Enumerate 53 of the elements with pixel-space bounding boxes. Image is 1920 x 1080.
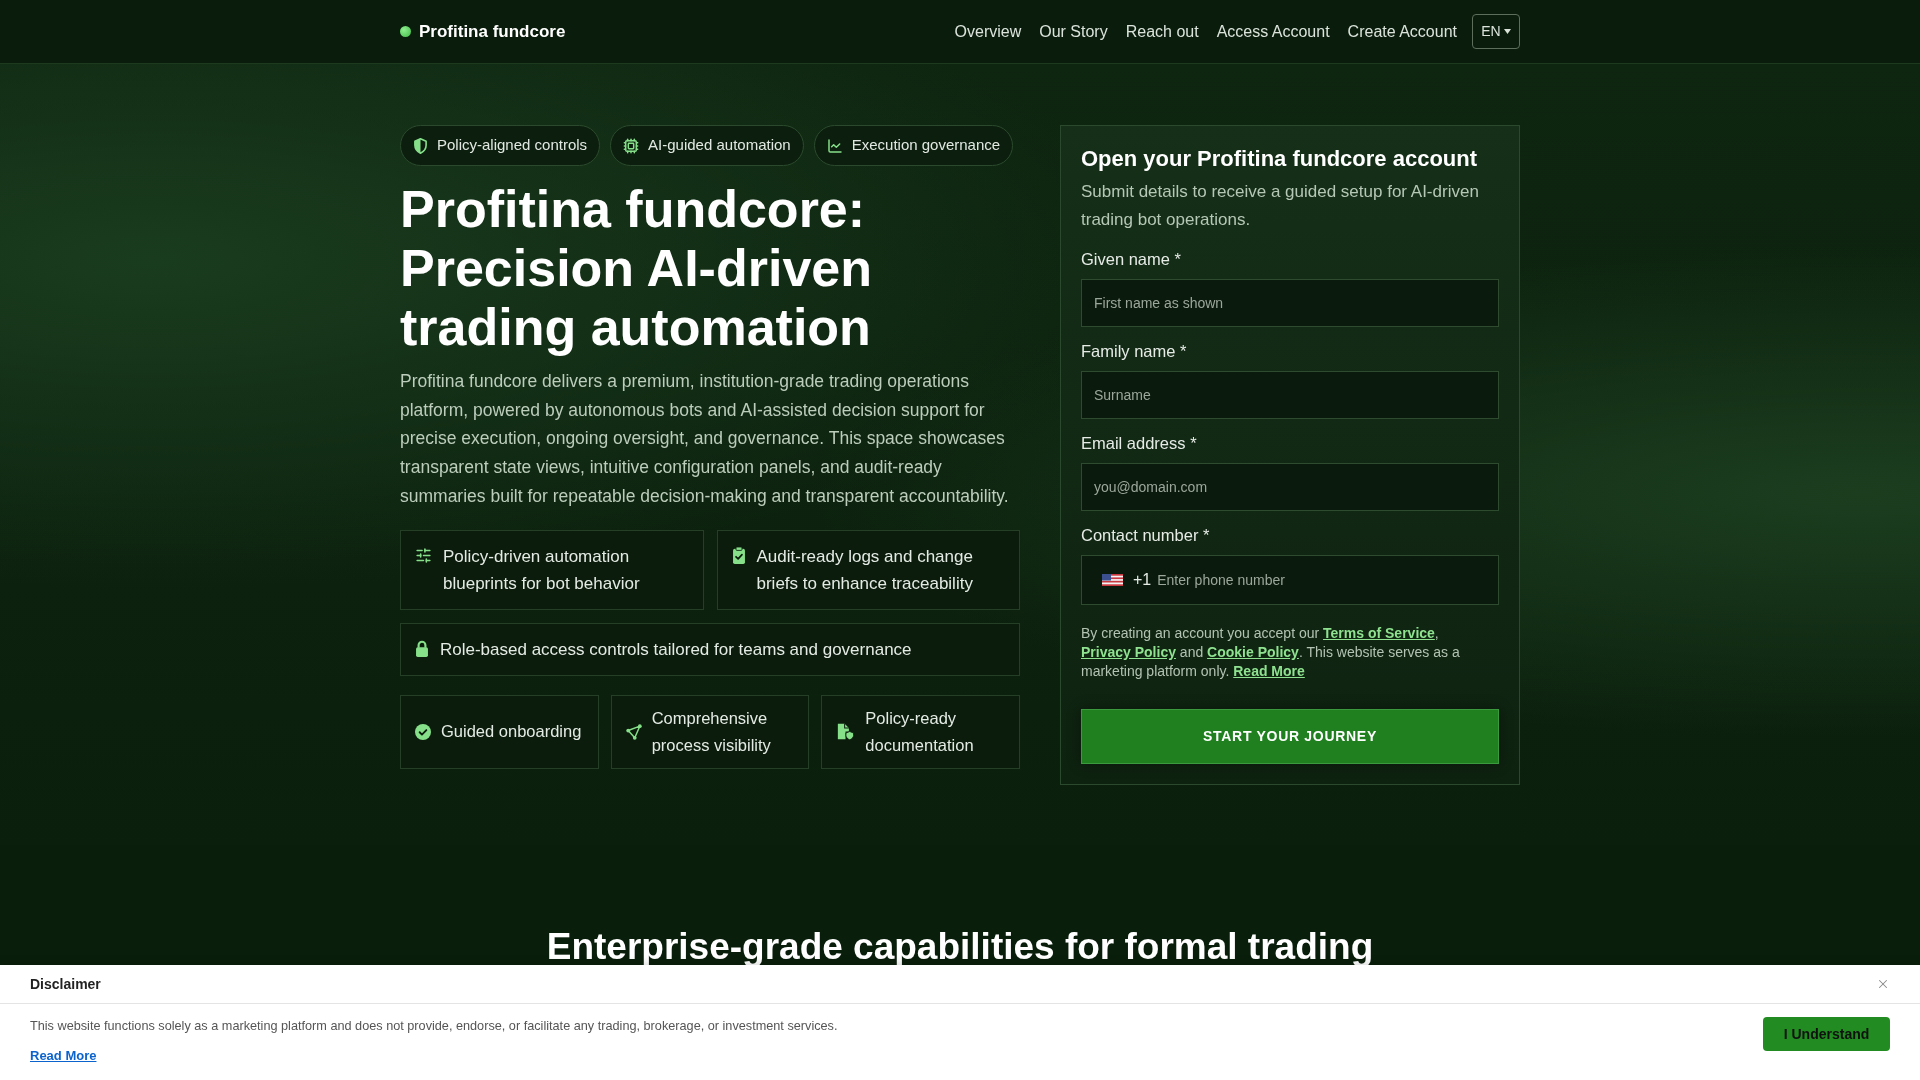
highlight-text: Policy-ready documentation [865,707,975,756]
pill-label: Policy-aligned controls [437,135,588,156]
shield-icon [413,137,428,154]
close-icon[interactable] [1876,977,1890,991]
field-label: Family name * [1081,341,1188,362]
section-heading: Enterprise-grade capabilities for formal trading [545,928,1375,965]
feature-text: Policy-driven automation blueprints for bot behavior [443,545,641,595]
policy-link[interactable]: Cookie Policy [1207,644,1299,660]
highlight-text: Guided onboarding [441,721,582,742]
caret-down-icon [1503,29,1511,34]
phone-field[interactable]: +1 Enter phone number [1081,555,1499,605]
policy-link[interactable]: Terms of Service [1323,625,1435,641]
line-chart-icon [826,137,843,154]
submit-button[interactable]: START YOUR JOURNEY [1081,709,1499,764]
hero-description: Profitina fundcore delivers a premium, institution-grade trading operations platform, powered by autonomous bots and AI-assisted decision support for precise execution, ongoing oversight, and governance. This space showcases transparent state views, intuitive configuration panels, and audit-ready summaries built for repeatable decision-making and transparent accountability. [400,370,1010,508]
consent-text: By creating an account you accept our Terms of Service, Privacy Policy and Cookie Policy. This website serves as a marketing platform only. Read More [1081,624,1461,681]
pill-label: Execution governance [851,135,1001,156]
input-field[interactable]: you@domain.com [1081,463,1499,511]
nav-link[interactable]: Create Account [1347,19,1457,44]
nav-link[interactable]: Reach out [1125,19,1199,44]
nav-link[interactable]: Overview [954,19,1022,44]
feature-text: Role-based access controls tailored for teams and governance [440,638,912,661]
dial-code: +1 [1133,570,1152,590]
input-field[interactable]: Surname [1081,371,1499,419]
read-more-link[interactable]: Read More [30,1047,97,1065]
disclaimer-text: This website functions solely as a marketing platform and does not provide, endorse, or facilitate any trading, brokerage, or investment services. [30,1018,838,1035]
pill-label: AI-guided automation [648,135,791,156]
phone-input[interactable]: Enter phone number [1157,556,1478,604]
document-shield-icon [836,723,856,740]
policy-link[interactable]: Read More [1233,663,1305,679]
policy-link[interactable]: Privacy Policy [1081,644,1176,660]
highlight-text: Comprehensive process visibility [651,707,772,756]
understand-button[interactable]: I Understand [1763,1017,1890,1051]
clipboard-check-icon [731,546,746,564]
field-label: Email address * [1081,433,1198,454]
network-nodes-icon [625,723,642,740]
check-circle-icon [415,723,431,740]
field-label: Contact number * [1081,525,1211,546]
brand-name[interactable]: Profitina fundcore [419,18,566,45]
chip-icon [623,137,640,154]
disclaimer-title: Disclaimer [30,974,101,994]
feature-text: Audit-ready logs and change briefs to enhance traceability [756,545,974,595]
sliders-icon [415,546,432,564]
language-selector[interactable]: EN [1472,14,1520,49]
form-subtitle: Submit details to receive a guided setup for AI-driven trading bot operations. [1081,181,1480,231]
hero-title: Profitina fundcore: Precision AI-driven trading automation [400,180,873,357]
nav-link[interactable]: Access Account [1216,19,1330,44]
lock-icon [415,639,429,657]
form-title: Open your Profitina fundcore account [1081,146,1479,172]
field-label: Given name * [1081,249,1182,270]
nav-link[interactable]: Our Story [1039,19,1108,44]
flag-icon[interactable] [1102,574,1123,586]
input-field[interactable]: First name as shown [1081,279,1499,327]
